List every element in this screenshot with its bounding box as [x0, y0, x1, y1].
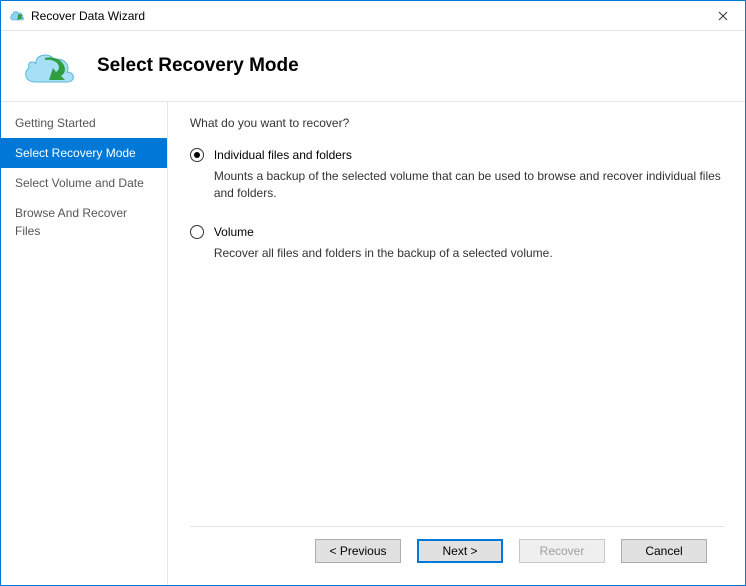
content-question: What do you want to recover?: [190, 116, 725, 130]
wizard-header: Select Recovery Mode: [1, 31, 745, 101]
next-button[interactable]: Next >: [417, 539, 503, 563]
page-title: Select Recovery Mode: [97, 55, 299, 77]
option-individual-files: Individual files and folders Mounts a ba…: [190, 148, 725, 203]
nav-select-volume-and-date[interactable]: Select Volume and Date: [1, 168, 167, 198]
nav-select-recovery-mode[interactable]: Select Recovery Mode: [1, 138, 167, 168]
option-description: Mounts a backup of the selected volume t…: [214, 168, 725, 203]
cloud-restore-icon: [21, 46, 79, 86]
cancel-button[interactable]: Cancel: [621, 539, 707, 563]
close-button[interactable]: [700, 1, 745, 30]
recover-button: Recover: [519, 539, 605, 563]
wizard-content: What do you want to recover? Individual …: [167, 102, 745, 585]
app-icon: [9, 8, 25, 24]
nav-browse-and-recover-files[interactable]: Browse And Recover Files: [1, 198, 167, 246]
radio-individual-files[interactable]: [190, 148, 204, 162]
radio-volume[interactable]: [190, 225, 204, 239]
titlebar: Recover Data Wizard: [1, 1, 745, 31]
option-volume: Volume Recover all files and folders in …: [190, 225, 725, 262]
window-title: Recover Data Wizard: [31, 9, 145, 23]
nav-getting-started[interactable]: Getting Started: [1, 108, 167, 138]
previous-button[interactable]: < Previous: [315, 539, 401, 563]
option-label[interactable]: Individual files and folders: [214, 148, 352, 162]
wizard-window: Recover Data Wizard Select Recovery Mode…: [0, 0, 746, 586]
wizard-sidebar: Getting Started Select Recovery Mode Sel…: [1, 102, 167, 585]
option-description: Recover all files and folders in the bac…: [214, 245, 725, 262]
wizard-footer: < Previous Next > Recover Cancel: [190, 526, 725, 575]
option-label[interactable]: Volume: [214, 225, 254, 239]
wizard-body: Getting Started Select Recovery Mode Sel…: [1, 101, 745, 585]
